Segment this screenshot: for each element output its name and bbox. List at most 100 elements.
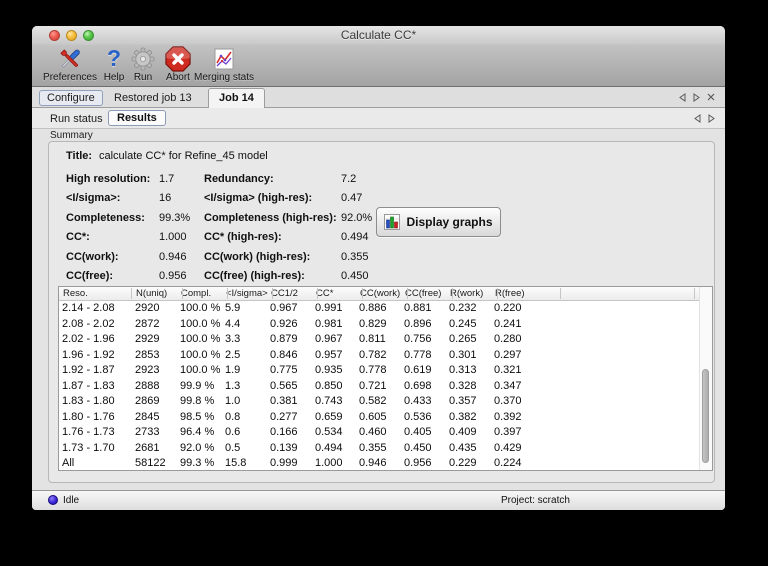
column-header[interactable]: <I/sigma> xyxy=(226,287,268,300)
tab-configure[interactable]: Configure xyxy=(39,90,103,106)
stat-value: 0.946 xyxy=(159,251,187,263)
table-cell: 96.4 % xyxy=(180,426,215,438)
table-cell: 0.756 xyxy=(404,333,432,345)
stat-value: 7.2 xyxy=(341,173,357,185)
table-cell: 0.277 xyxy=(270,410,298,423)
column-divider xyxy=(227,288,228,299)
tab-close-icon[interactable] xyxy=(707,93,715,101)
table-cell: 0.232 xyxy=(449,302,477,314)
table-cell: 0.220 xyxy=(494,302,522,314)
table-row[interactable]: 1.87 - 1.83 2888 99.9 % 1.3 0.565 0.850 0.721 0… xyxy=(59,379,712,395)
table-row[interactable]: 1.83 - 1.80 2869 99.8 % 1.0 0.381 0.743 0.582 0… xyxy=(59,394,712,410)
table-cell: 0.999 xyxy=(270,457,298,469)
table-row[interactable]: 1.92 - 1.87 2923 100.0 % 1.9 0.775 0.935 0.778… xyxy=(59,363,712,379)
tab-job-14[interactable]: Job 14 xyxy=(208,88,265,108)
run-label: Run xyxy=(133,72,153,83)
table-cell: 0.224 xyxy=(494,457,522,469)
table-row[interactable]: 1.73 - 1.70 2681 92.0 % 0.5 0.139 0.494 0.355 0… xyxy=(59,441,712,457)
column-header[interactable]: Reso. xyxy=(63,287,88,300)
table-row[interactable]: 2.08 - 2.02 2872 100.0 % 4.4 0.926 0.981 0.829… xyxy=(59,317,712,333)
table-cell: 0.313 xyxy=(449,364,477,376)
tab-scroll-left-icon[interactable] xyxy=(679,92,686,102)
stat-value: 99.3% xyxy=(159,212,191,224)
table-row[interactable]: 1.76 - 1.73 2733 96.4 % 0.6 0.166 0.534 0.460 0… xyxy=(59,425,712,441)
column-header[interactable]: CC1/2 xyxy=(271,287,298,300)
table-cell: 0.382 xyxy=(449,410,477,423)
window-chrome: Calculate CC* Preferences ? Help Run Abo… xyxy=(32,26,725,87)
status-bar: Idle Project: scratch xyxy=(32,490,725,510)
table-cell: 2872 xyxy=(135,317,160,330)
abort-button[interactable]: Abort xyxy=(160,44,196,84)
display-graphs-button[interactable]: Display graphs xyxy=(376,207,501,237)
stat-value: 0.450 xyxy=(341,270,369,282)
table-cell: 92.0 % xyxy=(180,441,215,454)
stat-value: 1.000 xyxy=(159,231,187,243)
table-cell: 0.946 xyxy=(359,457,387,469)
help-button[interactable]: ? Help xyxy=(98,44,130,84)
table-cell: 1.80 - 1.76 xyxy=(62,410,115,423)
tab-run-status[interactable]: Run status xyxy=(50,113,103,125)
stat-value: 0.355 xyxy=(341,251,369,263)
stat-value: 92.0% xyxy=(341,212,373,224)
table-cell: 0.347 xyxy=(494,379,522,392)
table-cell: 0.619 xyxy=(404,364,432,376)
table-cell: 1.87 - 1.83 xyxy=(62,379,115,392)
table-cell: 0.967 xyxy=(270,302,298,314)
status-text: Idle xyxy=(63,495,80,506)
table-scrollbar[interactable] xyxy=(699,287,712,470)
tab-scroll-right-icon[interactable] xyxy=(693,92,700,102)
table-cell: 0.229 xyxy=(449,457,477,469)
table-cell: 0.392 xyxy=(494,410,522,423)
table-row[interactable]: 1.96 - 1.92 2853 100.0 % 2.5 0.846 0.957 0.782… xyxy=(59,348,712,364)
stat-label: CC(free): xyxy=(66,270,114,282)
subtab-scroll-right-icon[interactable] xyxy=(708,113,715,123)
sub-tab-bar: Run status Results xyxy=(32,108,725,129)
table-cell: 2.14 - 2.08 xyxy=(62,302,115,314)
main-tab-bar: Configure Restored job 13 Job 14 xyxy=(32,87,725,108)
scrollbar-thumb[interactable] xyxy=(702,369,709,463)
table-cell: 0.355 xyxy=(359,441,387,454)
table-cell: 2853 xyxy=(135,348,160,361)
preferences-button[interactable]: Preferences xyxy=(38,44,102,84)
column-header[interactable]: CC* xyxy=(316,287,333,300)
table-cell: 98.5 % xyxy=(180,410,215,423)
column-header[interactable]: N(uniq) xyxy=(136,287,167,300)
tab-restored-job-13[interactable]: Restored job 13 xyxy=(114,92,192,104)
column-divider xyxy=(182,288,183,299)
table-cell: 0.381 xyxy=(270,395,298,407)
table-cell: 99.3 % xyxy=(180,457,215,469)
table-row[interactable]: 1.80 - 1.76 2845 98.5 % 0.8 0.277 0.659 0.605 0… xyxy=(59,410,712,426)
table-cell: 0.280 xyxy=(494,333,522,345)
table-row[interactable]: 2.02 - 1.96 2929 100.0 % 3.3 0.879 0.967 0.811… xyxy=(59,332,712,348)
table-row[interactable]: 2.14 - 2.08 2920 100.0 % 5.9 0.967 0.991 0.886… xyxy=(59,301,712,317)
table-header: Reso. N(uniq) Compl. <I/sigma> CC1/2 CC* CC(wo… xyxy=(59,287,712,301)
table-cell: 0.6 xyxy=(225,426,241,438)
column-divider xyxy=(272,288,273,299)
column-divider xyxy=(407,288,408,299)
stat-label: High resolution: xyxy=(66,173,151,185)
column-header[interactable]: Compl. xyxy=(181,287,211,300)
table-row[interactable]: All 58122 99.3 % 15.8 0.999 1.000 0.946 0.956 0.… xyxy=(59,456,712,470)
merging-stats-button[interactable]: Merging stats xyxy=(192,44,256,84)
column-header[interactable]: R(work) xyxy=(450,287,483,300)
status-indicator-icon xyxy=(48,495,58,505)
table-cell: 0.846 xyxy=(270,348,298,361)
table-cell: 0.957 xyxy=(315,348,343,361)
tab-results[interactable]: Results xyxy=(108,110,166,126)
table-cell: 0.370 xyxy=(494,395,522,407)
column-header[interactable]: CC(free) xyxy=(405,287,441,300)
stat-value: 0.956 xyxy=(159,270,187,282)
table-cell: 0.782 xyxy=(359,348,387,361)
column-divider xyxy=(497,288,498,299)
subtab-scroll-left-icon[interactable] xyxy=(694,113,701,123)
stat-label: <I/sigma>: xyxy=(66,192,121,204)
column-header[interactable]: CC(work) xyxy=(360,287,400,300)
table-cell: 0.956 xyxy=(404,457,432,469)
column-header[interactable]: R(free) xyxy=(495,287,525,300)
column-divider xyxy=(362,288,363,299)
table-cell: 2845 xyxy=(135,410,160,423)
run-button[interactable]: Run xyxy=(128,44,158,84)
table-cell: 2869 xyxy=(135,395,160,407)
table-cell: 0.659 xyxy=(315,410,343,423)
table-cell: 0.139 xyxy=(270,441,298,454)
